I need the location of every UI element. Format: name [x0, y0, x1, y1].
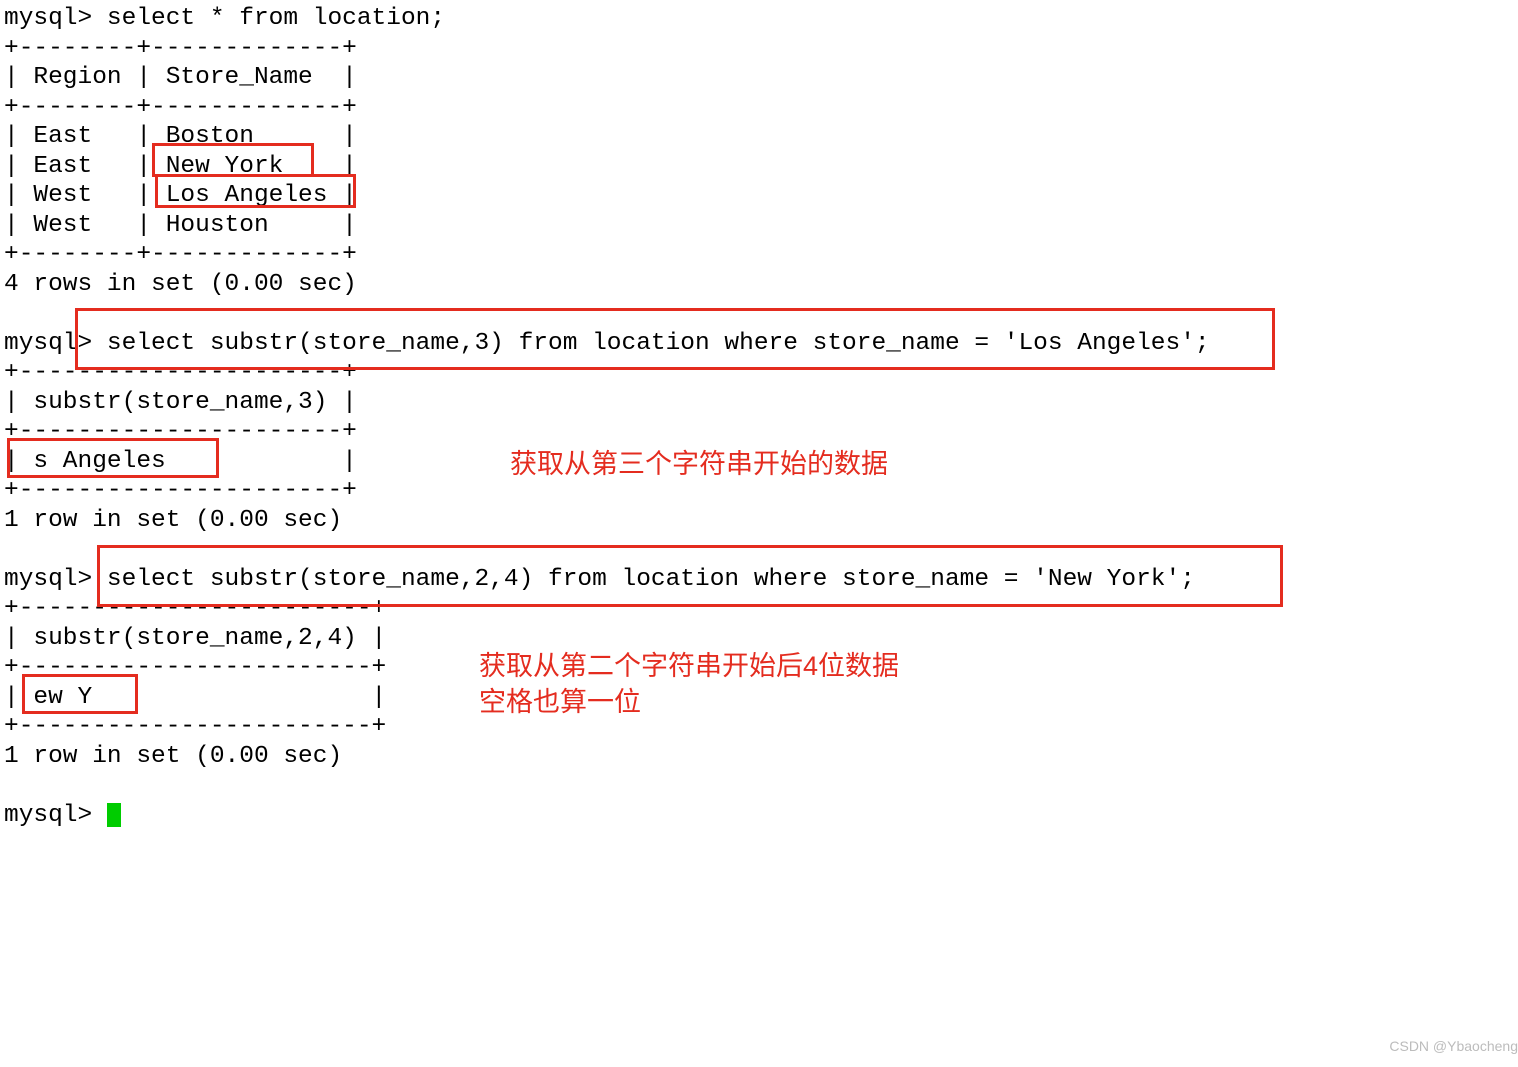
table-border: +----------------------+ [4, 418, 357, 445]
table-border: +------------------------+ [4, 713, 386, 740]
table-border: +--------+-------------+ [4, 241, 357, 268]
result-count: 1 row in set (0.00 sec) [4, 743, 342, 770]
table-border: +------------------------+ [4, 654, 386, 681]
table-header: | substr(store_name,3) | [4, 389, 357, 416]
result-count: 1 row in set (0.00 sec) [4, 507, 342, 534]
cursor-block [107, 803, 121, 827]
result-count: 4 rows in set (0.00 sec) [4, 271, 357, 298]
table-header: | substr(store_name,2,4) | [4, 625, 386, 652]
table-border: +------------------------+ [4, 595, 386, 622]
prompt: mysql> [4, 802, 107, 829]
sql-command: mysql> select substr(store_name,2,4) fro… [4, 566, 1195, 593]
table-border: +----------------------+ [4, 359, 357, 386]
sql-command: mysql> select * from location; [4, 5, 445, 32]
table-border: +--------+-------------+ [4, 35, 357, 62]
table-border: +--------+-------------+ [4, 94, 357, 121]
sql-command: mysql> select substr(store_name,3) from … [4, 330, 1210, 357]
table-row: | ew Y | [4, 684, 386, 711]
table-row: | West | Houston | [4, 212, 357, 239]
table-header: | Region | Store_Name | [4, 64, 357, 91]
terminal-output: mysql> select * from location; +--------… [4, 4, 1518, 830]
table-row: | s Angeles | [4, 448, 357, 475]
table-row: | West | Los Angeles | [4, 182, 357, 209]
watermark: CSDN @Ybaocheng [1389, 1032, 1518, 1062]
table-row: | East | Boston | [4, 123, 357, 150]
table-border: +----------------------+ [4, 477, 357, 504]
table-row: | East | New York | [4, 153, 357, 180]
